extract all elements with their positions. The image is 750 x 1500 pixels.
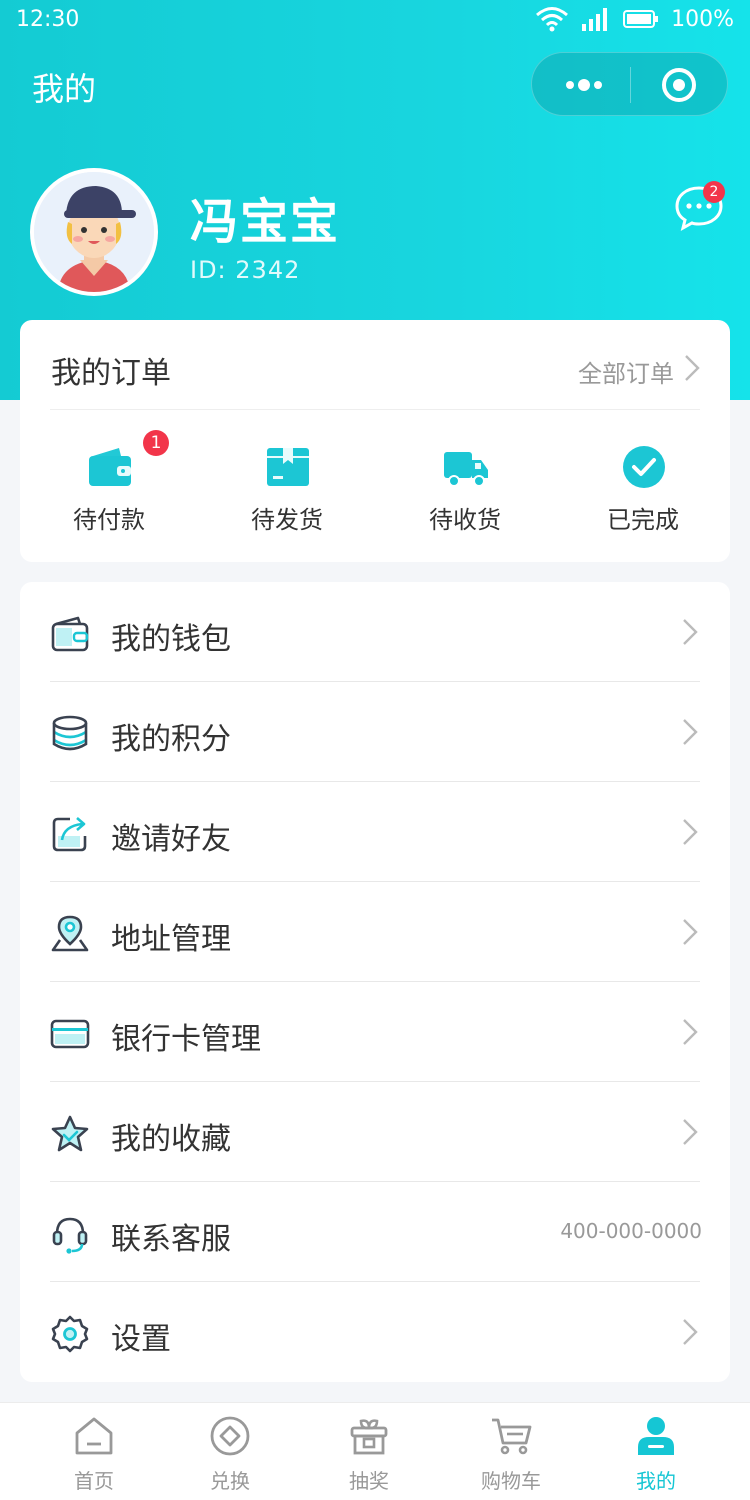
miniprogram-capsule — [531, 52, 728, 116]
tab-label: 购物车 — [481, 1469, 541, 1493]
menu-item-label: 地址管理 — [111, 922, 231, 957]
all-orders-link[interactable]: 全部订单 — [578, 354, 674, 389]
chevron-right-icon — [683, 619, 698, 645]
tab-lottery[interactable]: 抽奖 — [299, 1403, 439, 1500]
tab-label: 兑换 — [210, 1469, 250, 1493]
menu-item-points[interactable]: 我的积分 — [20, 682, 730, 782]
menu-card: 我的钱包 我的积分 邀请好友 地址管理 银行卡管理 我的收藏 联系客服 400-… — [20, 582, 730, 1382]
home-icon — [75, 1417, 113, 1455]
menu-item-address[interactable]: 地址管理 — [20, 882, 730, 982]
chevron-right-icon — [683, 1119, 698, 1145]
menu-item-bank-card[interactable]: 银行卡管理 — [20, 982, 730, 1082]
chevron-right-icon — [683, 1019, 698, 1045]
menu-item-label: 联系客服 — [111, 1222, 231, 1257]
tab-cart[interactable]: 购物车 — [441, 1403, 581, 1500]
cart-icon — [492, 1418, 532, 1455]
order-pending-payment[interactable]: 1 待付款 — [20, 410, 198, 562]
user-name: 冯宝宝 — [190, 194, 341, 250]
bank-card-icon — [50, 1019, 90, 1049]
avatar-illustration — [34, 172, 154, 292]
close-miniprogram-icon[interactable] — [660, 66, 698, 104]
tab-label: 我的 — [636, 1469, 676, 1493]
menu-item-label: 设置 — [111, 1322, 171, 1357]
pending-payment-badge: 1 — [143, 430, 169, 456]
tab-label: 抽奖 — [349, 1469, 389, 1493]
chevron-right-icon — [683, 1319, 698, 1345]
chevron-right-icon — [685, 355, 700, 381]
order-pending-receipt[interactable]: 待收货 — [376, 410, 554, 562]
share-icon — [52, 817, 87, 852]
orders-title: 我的订单 — [51, 356, 171, 391]
tab-exchange[interactable]: 兑换 — [160, 1403, 300, 1500]
user-id: ID: 2342 — [190, 256, 301, 284]
gift-icon — [350, 1419, 388, 1455]
location-icon — [51, 915, 89, 952]
wallet-icon — [89, 448, 131, 486]
tab-home[interactable]: 首页 — [24, 1403, 164, 1500]
order-item-label: 已完成 — [607, 506, 679, 534]
truck-icon — [444, 452, 488, 487]
order-item-label: 待收货 — [429, 506, 501, 534]
package-icon — [267, 448, 309, 486]
tab-mine[interactable]: 我的 — [586, 1403, 726, 1500]
gear-icon — [51, 1315, 89, 1353]
more-icon[interactable] — [562, 71, 608, 99]
tab-bar: 首页 兑换 抽奖 购物车 我的 — [0, 1402, 750, 1500]
headset-icon — [52, 1217, 88, 1254]
chevron-right-icon — [683, 919, 698, 945]
chevron-right-icon — [683, 819, 698, 845]
battery-text: 100% — [671, 6, 734, 32]
avatar[interactable] — [30, 168, 158, 296]
menu-item-settings[interactable]: 设置 — [20, 1282, 730, 1382]
wallet-icon — [51, 616, 89, 652]
message-badge: 2 — [703, 181, 725, 203]
user-icon — [638, 1417, 674, 1455]
star-icon — [51, 1115, 89, 1152]
check-circle-icon — [623, 446, 665, 488]
capsule-divider — [630, 67, 631, 103]
tab-label: 首页 — [74, 1469, 114, 1493]
coins-icon — [52, 715, 88, 751]
exchange-icon — [210, 1416, 250, 1456]
menu-item-label: 我的钱包 — [111, 622, 231, 657]
order-item-label: 待发货 — [251, 506, 323, 534]
battery-icon — [623, 10, 659, 28]
chevron-right-icon — [683, 719, 698, 745]
status-bar: 12:30 100% — [0, 0, 750, 40]
order-pending-shipment[interactable]: 待发货 — [198, 410, 376, 562]
order-item-label: 待付款 — [73, 506, 145, 534]
status-time: 12:30 — [16, 7, 80, 32]
menu-item-favorites[interactable]: 我的收藏 — [20, 1082, 730, 1182]
orders-card: 我的订单 全部订单 1 待付款 待发货 待收货 已完成 — [20, 320, 730, 562]
menu-item-label: 我的积分 — [111, 722, 231, 757]
menu-item-label: 邀请好友 — [111, 822, 231, 857]
service-phone[interactable]: 400-000-0000 — [560, 1219, 702, 1243]
menu-item-customer-service[interactable]: 联系客服 400-000-0000 — [20, 1182, 730, 1282]
page-title: 我的 — [32, 70, 97, 108]
signal-icon — [582, 8, 608, 31]
menu-item-invite[interactable]: 邀请好友 — [20, 782, 730, 882]
order-completed[interactable]: 已完成 — [554, 410, 732, 562]
wifi-icon — [536, 7, 569, 32]
menu-item-wallet[interactable]: 我的钱包 — [20, 582, 730, 682]
menu-item-label: 银行卡管理 — [111, 1022, 261, 1057]
menu-item-label: 我的收藏 — [111, 1122, 231, 1157]
